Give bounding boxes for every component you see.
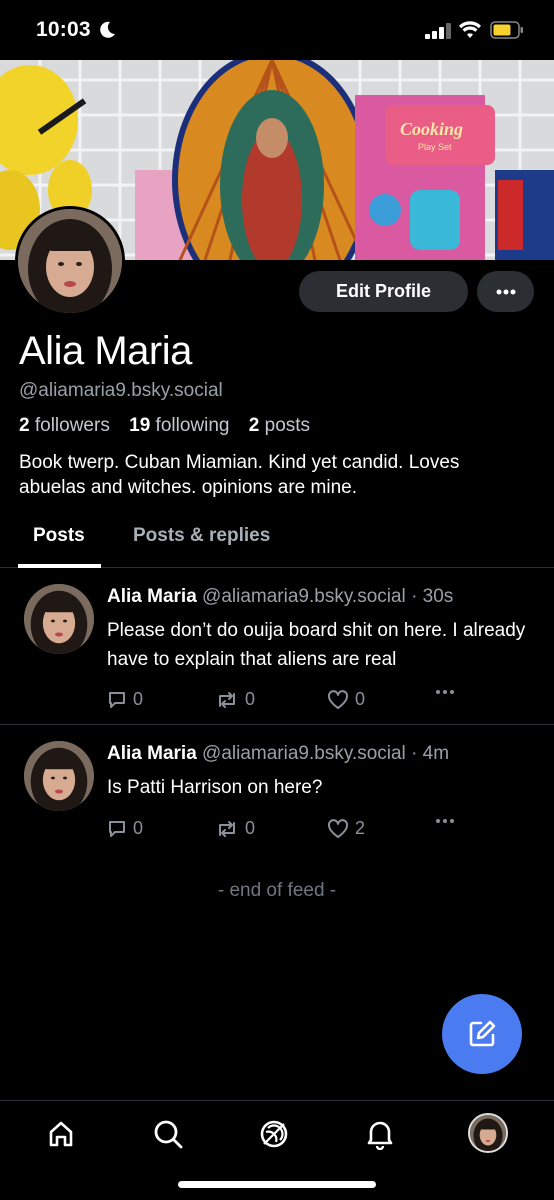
- post-text: Is Patti Harrison on here?: [107, 777, 323, 798]
- feed-post[interactable]: Alia Maria @aliamaria9.bsky.social · 4m …: [0, 726, 554, 856]
- profile-stats: 2 followers 19 following 2 posts: [19, 415, 310, 437]
- nav-profile[interactable]: [468, 1113, 508, 1153]
- nav-feeds[interactable]: [257, 1117, 291, 1151]
- repost-count: 0: [245, 689, 256, 709]
- status-bar: 10:03: [0, 0, 554, 60]
- like-count: 2: [355, 818, 366, 838]
- reply-icon: [109, 691, 125, 708]
- post-actions: 0 0 2: [107, 818, 467, 842]
- post-handle[interactable]: @aliamaria9.bsky.social: [202, 743, 406, 764]
- moon-icon: [100, 21, 115, 38]
- tab-posts-and-replies[interactable]: Posts & replies: [133, 525, 270, 547]
- profile-bio: Book twerp. Cuban Miamian. Kind yet cand…: [19, 452, 460, 498]
- svg-text:Cooking: Cooking: [400, 119, 463, 139]
- avatar: [470, 1115, 506, 1151]
- post-more-button[interactable]: [435, 689, 461, 695]
- posts-count: 2: [248, 415, 260, 436]
- like-count: 0: [355, 689, 366, 709]
- svg-text:Play Set: Play Set: [418, 142, 452, 152]
- reply-button[interactable]: 0: [107, 689, 143, 710]
- reply-count: 0: [133, 818, 144, 838]
- nav-home[interactable]: [44, 1117, 78, 1151]
- following-label[interactable]: following: [156, 415, 230, 436]
- end-of-feed-label: - end of feed -: [217, 880, 337, 901]
- like-button[interactable]: 2: [327, 818, 365, 839]
- heart-icon: [327, 818, 349, 838]
- post-actions: 0 0 0: [107, 689, 467, 713]
- like-button[interactable]: 0: [327, 689, 365, 710]
- ellipsis-icon: [496, 289, 515, 294]
- post-author[interactable]: Alia Maria: [107, 586, 197, 607]
- feeds-icon: [260, 1120, 288, 1148]
- profile-avatar[interactable]: [15, 206, 125, 316]
- repost-count: 0: [245, 818, 256, 838]
- post-more-button[interactable]: [435, 818, 461, 824]
- reply-button[interactable]: 0: [107, 818, 143, 839]
- post-avatar[interactable]: [24, 584, 94, 654]
- repost-button[interactable]: 0: [215, 818, 255, 839]
- profile-more-button[interactable]: [477, 271, 534, 312]
- compose-button[interactable]: [442, 994, 522, 1074]
- nav-search[interactable]: [151, 1117, 185, 1151]
- post-header: Alia Maria @aliamaria9.bsky.social · 30s: [107, 586, 453, 608]
- ellipsis-icon: [436, 690, 454, 694]
- post-handle[interactable]: @aliamaria9.bsky.social: [202, 586, 406, 607]
- reply-count: 0: [133, 689, 144, 709]
- active-tab-indicator: [18, 564, 101, 568]
- profile-handle: @aliamaria9.bsky.social: [19, 380, 223, 401]
- compose-icon: [469, 1020, 496, 1047]
- post-time: · 30s: [411, 586, 454, 607]
- ellipsis-icon: [436, 819, 454, 823]
- bell-icon: [367, 1121, 393, 1150]
- tab-posts[interactable]: Posts: [33, 525, 85, 547]
- followers-label[interactable]: followers: [35, 415, 110, 436]
- feed-post[interactable]: Alia Maria @aliamaria9.bsky.social · 30s…: [0, 569, 554, 725]
- reply-icon: [109, 820, 125, 837]
- battery-icon: [490, 21, 523, 39]
- post-header: Alia Maria @aliamaria9.bsky.social · 4m: [107, 743, 449, 765]
- post-time: · 4m: [411, 743, 450, 764]
- home-indicator[interactable]: [178, 1181, 376, 1188]
- post-text: Please don’t do ouija board shit on here…: [107, 620, 526, 670]
- post-author[interactable]: Alia Maria: [107, 743, 197, 764]
- post-avatar[interactable]: [24, 741, 94, 811]
- followers-count[interactable]: 2: [19, 415, 30, 436]
- status-time: 10:03: [36, 18, 91, 41]
- profile-display-name: Alia Maria: [19, 329, 192, 373]
- nav-notifications[interactable]: [363, 1117, 397, 1151]
- following-count[interactable]: 19: [129, 415, 150, 436]
- edit-profile-button[interactable]: Edit Profile: [299, 271, 468, 312]
- home-icon: [49, 1121, 73, 1147]
- heart-icon: [327, 689, 349, 709]
- signal-icon: [425, 23, 451, 39]
- wifi-icon: [459, 21, 481, 38]
- repost-icon: [219, 691, 235, 708]
- repost-button[interactable]: 0: [215, 689, 255, 710]
- repost-icon: [219, 820, 235, 837]
- profile-tabs: Posts Posts & replies: [0, 515, 554, 568]
- posts-label: posts: [264, 415, 311, 436]
- search-icon: [154, 1120, 183, 1149]
